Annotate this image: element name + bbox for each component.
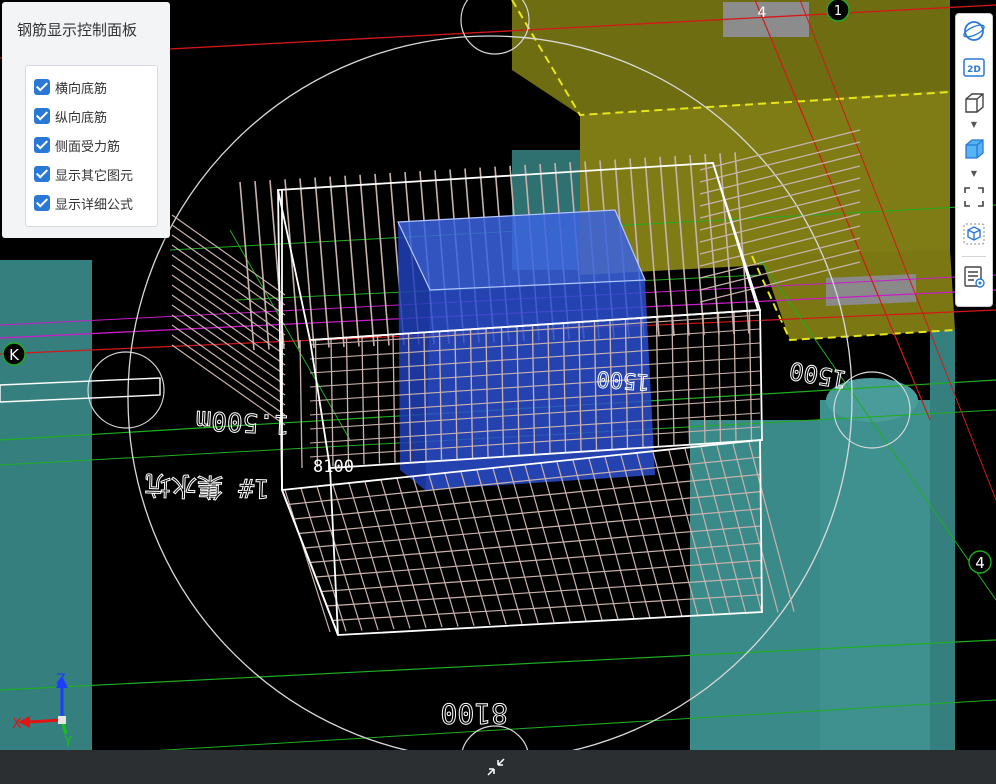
option-transverse-bottom-rebar[interactable]: 横向底筋 [34, 77, 107, 97]
checkbox-checked[interactable] [34, 195, 50, 211]
pit-name-label: 1# 集水坑 [144, 469, 270, 503]
rebar-vertical-bar [284, 179, 300, 349]
axis-gizmo: Z X Y [12, 672, 73, 748]
dim-1500-left-label: 1.500m [195, 404, 290, 439]
orbit-button[interactable] [961, 18, 987, 44]
2d-view-button[interactable]: 2D [961, 54, 987, 80]
fit-view-icon [964, 187, 984, 207]
wireframe-view-button[interactable] [961, 90, 987, 116]
collapse-arrows-icon [487, 758, 505, 776]
axis-origin [58, 716, 66, 724]
view-toolbar: 2D ▼ ▼ [955, 13, 993, 307]
axis-bubble-1-label: 1 [834, 4, 842, 19]
2d-view-icon: 2D [963, 58, 985, 77]
solid-cube-icon [965, 139, 984, 159]
rebar-fan-bar [171, 244, 286, 326]
layer-list-button[interactable] [961, 264, 987, 290]
checkbox-checked[interactable] [34, 137, 50, 153]
axis-bubble-4-right: 4 [968, 550, 992, 574]
x-axis-label: X [12, 716, 22, 732]
collapse-view-button[interactable] [484, 755, 508, 779]
panel-options-box: 横向底筋 纵向底筋 侧面受力筋 显示其它图元 显示详细公式 [25, 65, 158, 227]
rebar-fan-bar [171, 264, 286, 346]
dim-1500-center-label: 1500 [596, 365, 651, 394]
option-longitudinal-bottom-rebar[interactable]: 纵向底筋 [34, 106, 107, 126]
rebar-fan-bar [171, 274, 286, 356]
panel-title: 钢筋显示控制面板 [17, 21, 138, 39]
y-axis-label: Y [63, 734, 73, 748]
dim-1500-right-label: 1500 [787, 356, 849, 394]
axis-bubble-4-top-label: 4 [758, 5, 767, 21]
rebar-fan-bar [171, 214, 286, 296]
rebar-fan-bar [171, 254, 286, 336]
solid-dropdown-arrow[interactable]: ▼ [970, 170, 978, 178]
option-label: 纵向底筋 [55, 110, 108, 126]
column-far-right [930, 330, 955, 750]
axis-bubble-k-label: K [9, 346, 20, 364]
isometric-view-button[interactable] [961, 221, 987, 247]
option-show-detailed-formula[interactable]: 显示详细公式 [34, 193, 133, 213]
grid-bubble-left [87, 351, 165, 429]
pit-block [398, 210, 655, 490]
toolbar-separator [962, 256, 986, 257]
rebar-fan-bar [171, 224, 286, 306]
checkbox-checked[interactable] [34, 108, 50, 124]
layer-list-icon [964, 266, 985, 288]
rebar-vertical-bar [254, 181, 270, 350]
orbit-icon [963, 21, 985, 41]
fit-view-button[interactable] [961, 184, 987, 210]
axis-bubble-1-top: 1 [826, 0, 850, 22]
option-label: 侧面受力筋 [55, 139, 121, 155]
option-show-other-elements[interactable]: 显示其它图元 [34, 164, 133, 184]
rebar-side-bar [655, 316, 660, 448]
solid-view-button[interactable] [961, 136, 987, 162]
checkbox-checked[interactable] [34, 79, 50, 95]
z-axis-label: Z [56, 672, 66, 688]
isometric-view-icon [963, 223, 985, 245]
dim-8100-upper-label: 8100 [313, 457, 354, 477]
option-label: 显示详细公式 [55, 197, 134, 213]
x-axis-line [27, 718, 63, 724]
option-label: 横向底筋 [55, 81, 108, 97]
slab-front [580, 90, 950, 275]
column-right [820, 400, 935, 750]
rebar-display-control-panel: 钢筋显示控制面板 横向底筋 纵向底筋 侧面受力筋 显示其它图元 显示详细公式 [2, 2, 170, 238]
axis-bubble-4-label: 4 [975, 554, 985, 572]
wireframe-dropdown-arrow[interactable]: ▼ [970, 121, 978, 129]
wireframe-cube-icon [965, 93, 984, 113]
checkbox-checked[interactable] [34, 166, 50, 182]
2d-label: 2D [967, 65, 981, 75]
axis-bubble-4-top: 4 [758, 5, 767, 21]
axis-bubble-k: K [2, 342, 26, 366]
dim-8100-lower-label: 8100 [441, 697, 508, 730]
option-side-stressed-rebar[interactable]: 侧面受力筋 [34, 135, 120, 155]
option-label: 显示其它图元 [55, 168, 134, 184]
